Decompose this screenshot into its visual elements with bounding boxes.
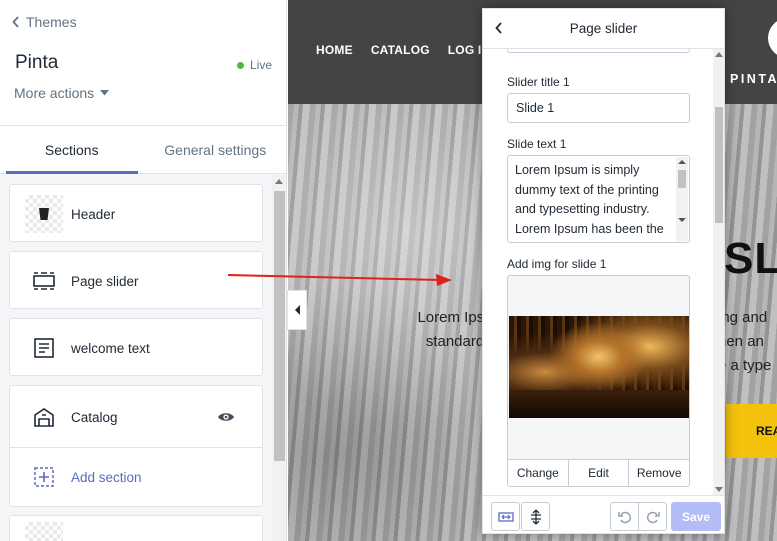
change-image-button[interactable]: Change [508,460,569,486]
section-item-header[interactable]: Header [10,185,262,243]
more-actions-label: More actions [14,85,95,101]
hero-right-line: e a type [718,357,772,374]
undo-button[interactable] [610,502,639,531]
slide-text-value: Lorem Ipsum is simply dummy text of the … [515,163,664,236]
remove-image-button[interactable]: Remove [629,460,689,486]
textarea-scrollbar[interactable] [676,157,688,241]
chevron-left-icon[interactable] [495,22,503,34]
panel-scrollbar[interactable] [713,49,724,495]
redo-button[interactable] [638,502,667,531]
slider-icon [33,270,55,292]
slider-title-input[interactable]: Slide 1 [507,93,690,123]
hero-right-line: ing and [718,309,768,326]
scroll-down-icon [715,487,723,492]
hero-title: SLI [724,234,777,283]
section-item-welcome-text[interactable]: welcome text [10,319,262,377]
back-to-themes-label: Themes [26,14,77,30]
scroll-down-icon [678,218,686,222]
panel-header: Page slider [483,9,724,49]
fit-height-button[interactable] [521,502,550,531]
tab-general-settings[interactable]: General settings [144,126,287,173]
section-card-partial [9,515,263,541]
catalog-icon [33,406,55,428]
eye-icon[interactable] [217,411,235,423]
section-label: Catalog [71,409,118,425]
hero-right-text: ing and hen an e a type [718,306,771,378]
collapse-sidebar-button[interactable] [287,290,307,330]
store-brand: PINTA [730,72,777,86]
more-actions-dropdown[interactable]: More actions [14,85,110,101]
panel-title: Page slider [569,21,638,36]
sidebar-tabs: Sections General settings [0,126,287,174]
slide-text-label: Slide text 1 [507,137,567,151]
chevron-left-icon [12,16,20,28]
slide-image-picker: Change Edit Remove [507,275,690,487]
section-item-catalog[interactable]: Catalog [10,388,262,446]
section-label: Page slider [71,273,139,289]
panel-body: Slider title 1 Slide 1 Slide text 1 Lore… [483,49,709,495]
scroll-up-icon [678,160,686,164]
annotation-arrow [228,274,452,286]
fit-width-button[interactable] [491,502,520,531]
tab-sections[interactable]: Sections [0,126,144,174]
fit-height-icon [529,509,543,525]
edit-image-button[interactable]: Edit [569,460,630,486]
section-label: Header [71,206,116,222]
fit-width-icon [497,510,514,524]
nav-link-catalog[interactable]: CATALOG [371,43,430,57]
add-section-icon [33,466,55,488]
scrollbar-thumb[interactable] [715,107,723,223]
slider-title-label: Slider title 1 [507,75,570,89]
section-label: welcome text [71,340,150,356]
caret-down-icon [100,90,110,96]
previous-field [507,49,690,53]
slide-text-textarea[interactable]: Lorem Ipsum is simply dummy text of the … [507,155,690,243]
scrollbar-thumb[interactable] [274,191,285,461]
scrollbar-thumb[interactable] [678,170,686,188]
page-slider-panel: Page slider Slider title 1 Slide 1 Slide… [482,8,725,534]
caret-left-icon [294,305,300,315]
section-card-header: Header [9,184,263,242]
header-thumbnail [25,195,63,233]
live-dot-icon [236,61,244,69]
store-name: Pinta [15,52,59,73]
image-label: Add img for slide 1 [507,257,607,271]
panel-footer: Save [483,495,724,533]
sidebar-header: Themes Pinta Live More actions [0,0,286,126]
save-button[interactable]: Save [671,502,721,531]
slide-image-preview [509,316,689,418]
live-status-label: Live [249,58,272,72]
section-card-welcome-text: welcome text [9,318,263,376]
hero-right-line: hen an [718,333,764,350]
sections-list: Header Page slider welcome text Catalog … [0,175,272,541]
back-to-themes-link[interactable]: Themes [12,14,77,30]
add-section-button[interactable]: Add section [10,448,262,506]
add-section-label: Add section [71,469,142,485]
redo-icon [646,510,660,524]
image-actions: Change Edit Remove [508,459,689,486]
live-status: Live [236,58,272,72]
section-card-page-slider: Page slider [9,251,263,309]
section-card-catalog: Catalog Add section [9,385,263,507]
scroll-up-icon [275,179,283,184]
store-logo [768,18,777,58]
hero-read-more-button[interactable]: REA [726,404,777,458]
text-icon [33,337,55,359]
preview-nav-links: HOME CATALOG LOG IN [316,43,490,57]
nav-link-home[interactable]: HOME [316,43,353,57]
undo-icon [617,510,632,524]
scroll-up-icon [715,52,723,57]
sidebar-scrollbar[interactable] [272,175,286,541]
section-thumbnail [25,522,63,541]
section-item-page-slider[interactable]: Page slider [10,252,262,310]
